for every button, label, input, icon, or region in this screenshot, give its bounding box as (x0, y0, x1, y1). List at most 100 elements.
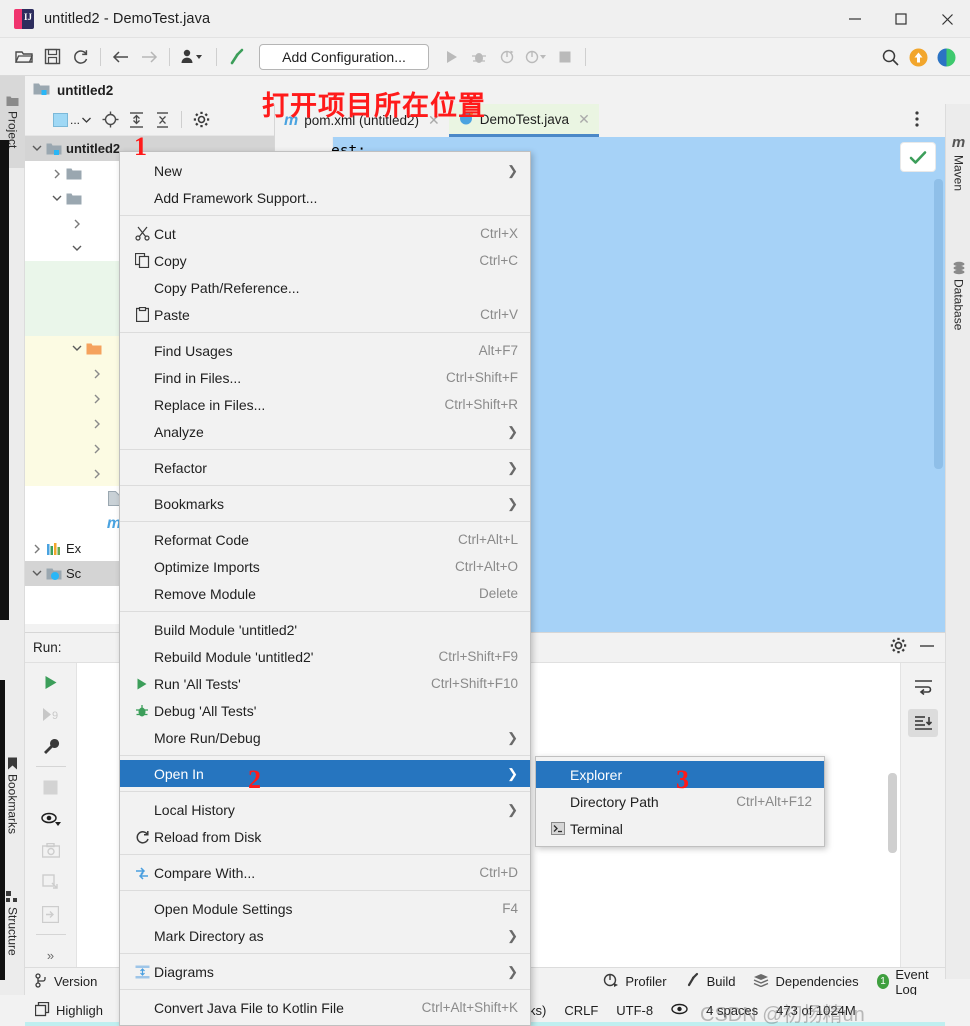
sidebar-item-database[interactable]: Database (946, 232, 970, 360)
menu-item-rebuild-module[interactable]: Rebuild Module 'untitled2' Ctrl+Shift+F9 (120, 643, 530, 670)
chevron-right-icon[interactable] (89, 444, 105, 454)
menu-item-run-all-tests[interactable]: Run 'All Tests' Ctrl+Shift+F10 (120, 670, 530, 697)
console-scrollbar[interactable] (888, 773, 897, 853)
add-configuration-button[interactable]: Add Configuration... (259, 43, 429, 70)
update-icon[interactable] (904, 43, 932, 71)
bottom-item-event-log[interactable]: 1 Event Log (876, 967, 945, 997)
menu-item-open-module-settings[interactable]: Open Module Settings F4 (120, 895, 530, 922)
rerun-run-icon[interactable] (36, 671, 66, 695)
menu-item-copy[interactable]: Copy Ctrl+C (120, 247, 530, 274)
export-icon[interactable] (36, 871, 66, 895)
menu-item-find-usages[interactable]: Find Usages Alt+F7 (120, 337, 530, 364)
menu-item-add-framework-support[interactable]: Add Framework Support... (120, 184, 530, 211)
stop-icon[interactable] (36, 775, 66, 799)
menu-item-more-run-debug[interactable]: More Run/Debug ❯ (120, 724, 530, 751)
menu-item-reformat-code[interactable]: Reformat Code Ctrl+Alt+L (120, 526, 530, 553)
close-icon[interactable]: ✕ (428, 112, 440, 129)
submenu-item-directory-path[interactable]: Directory Path Ctrl+Alt+F12 (536, 788, 824, 815)
soft-wrap-icon[interactable] (908, 673, 938, 701)
status-line-separator[interactable]: CRLF (564, 1003, 598, 1018)
chevron-down-icon[interactable] (69, 345, 85, 352)
collapse-all-icon[interactable] (149, 107, 175, 133)
editor-scrollbar[interactable] (934, 179, 943, 469)
bottom-item-profiler[interactable]: Profiler (603, 972, 667, 991)
close-icon[interactable] (924, 0, 970, 38)
menu-item-compare-with[interactable]: Compare With... Ctrl+D (120, 859, 530, 886)
chevron-right-icon[interactable] (69, 219, 85, 229)
close-icon[interactable]: ✕ (578, 111, 590, 128)
maximize-icon[interactable] (878, 0, 924, 38)
menu-item-refactor[interactable]: Refactor ❯ (120, 454, 530, 481)
menu-item-remove-module[interactable]: Remove Module Delete (120, 580, 530, 607)
minimize-icon[interactable] (832, 0, 878, 38)
import-icon[interactable] (36, 903, 66, 927)
chevron-down-icon[interactable] (29, 145, 45, 152)
kebab-menu-icon[interactable] (915, 110, 919, 131)
chevron-right-icon[interactable] (89, 369, 105, 379)
scroll-to-end-icon[interactable] (908, 709, 938, 737)
inspection-ok-check-icon[interactable] (901, 143, 935, 171)
menu-item-new[interactable]: New ❯ (120, 157, 530, 184)
menu-item-analyze[interactable]: Analyze ❯ (120, 418, 530, 445)
rerun-failed-icon[interactable]: 9 (36, 703, 66, 727)
locate-icon[interactable] (97, 107, 123, 133)
menu-item-copy-path-reference[interactable]: Copy Path/Reference... (120, 274, 530, 301)
chevron-right-icon[interactable] (29, 544, 45, 554)
menu-item-local-history[interactable]: Local History ❯ (120, 796, 530, 823)
search-icon[interactable] (876, 43, 904, 71)
back-arrow-icon[interactable] (107, 43, 135, 71)
sync-icon[interactable] (66, 43, 94, 71)
bottom-item-dependencies[interactable]: Dependencies (753, 973, 859, 990)
gear-icon[interactable] (890, 637, 907, 657)
menu-item-debug-all-tests[interactable]: Debug 'All Tests' (120, 697, 530, 724)
profile-icon[interactable] (521, 43, 551, 71)
menu-item-paste[interactable]: Paste Ctrl+V (120, 301, 530, 328)
open-in-submenu[interactable]: Explorer Directory Path Ctrl+Alt+F12 Ter… (535, 756, 825, 847)
eye-icon[interactable] (671, 1003, 688, 1018)
status-indent[interactable]: 4 spaces (706, 1003, 758, 1018)
menu-item-open-in[interactable]: Open In ❯ (120, 760, 530, 787)
bottom-item-build[interactable]: Build (685, 972, 735, 991)
run-icon[interactable] (437, 43, 465, 71)
menu-item-convert-java-to-kotlin[interactable]: Convert Java File to Kotlin File Ctrl+Al… (120, 994, 530, 1021)
tab-pom-xml[interactable]: m pom.xml (untitled2) ✕ (275, 104, 449, 137)
forward-arrow-icon[interactable] (135, 43, 163, 71)
submenu-item-terminal[interactable]: Terminal (536, 815, 824, 842)
chevron-down-icon[interactable] (69, 245, 85, 252)
submenu-item-explorer[interactable]: Explorer (536, 761, 824, 788)
camera-export-icon[interactable] (36, 839, 66, 863)
wrench-icon[interactable] (36, 735, 66, 759)
chevron-down-icon[interactable] (49, 195, 65, 202)
menu-item-find-in-files[interactable]: Find in Files... Ctrl+Shift+F (120, 364, 530, 391)
save-icon[interactable] (38, 43, 66, 71)
tab-demotest-java[interactable]: DemoTest.java ✕ (448, 104, 599, 137)
menu-item-reload-from-disk[interactable]: Reload from Disk (120, 823, 530, 850)
open-folder-icon[interactable] (10, 43, 38, 71)
minimize-icon[interactable] (919, 639, 935, 656)
eye-filter-icon[interactable] (36, 807, 66, 831)
menu-item-optimize-imports[interactable]: Optimize Imports Ctrl+Alt+O (120, 553, 530, 580)
status-memory[interactable]: 473 of 1024M (776, 1003, 856, 1018)
menu-item-mark-directory-as[interactable]: Mark Directory as ❯ (120, 922, 530, 949)
status-encoding[interactable]: UTF-8 (616, 1003, 653, 1018)
chevron-down-icon[interactable] (29, 570, 45, 577)
menu-item-build-module[interactable]: Build Module 'untitled2' (120, 616, 530, 643)
chevron-right-icon[interactable] (49, 169, 65, 179)
menu-item-replace-in-files[interactable]: Replace in Files... Ctrl+Shift+R (120, 391, 530, 418)
debug-icon[interactable] (465, 43, 493, 71)
bottom-item-version-control[interactable]: Version (35, 972, 97, 991)
expand-all-icon[interactable] (123, 107, 149, 133)
vcs-update-icon[interactable] (176, 43, 210, 71)
chevron-right-icon[interactable] (89, 469, 105, 479)
scope-selector[interactable]: ... (53, 107, 91, 133)
ide-icon[interactable] (932, 43, 960, 71)
chevron-right-icon[interactable] (89, 394, 105, 404)
more-chevrons-icon[interactable]: » (36, 943, 66, 967)
project-context-menu[interactable]: New ❯ Add Framework Support... Cut Ctrl+… (119, 151, 531, 1026)
coverage-icon[interactable] (493, 43, 521, 71)
sidebar-item-maven[interactable]: m Maven (946, 108, 970, 218)
menu-item-diagrams[interactable]: Diagrams ❯ (120, 958, 530, 985)
build-hammer-icon[interactable] (223, 43, 251, 71)
gear-icon[interactable] (188, 107, 214, 133)
status-caret-position[interactable]: ks) (529, 1003, 546, 1018)
